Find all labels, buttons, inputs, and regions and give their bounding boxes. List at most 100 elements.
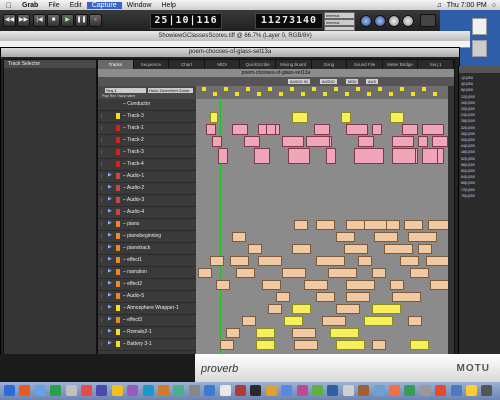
clip[interactable] (346, 292, 370, 302)
file-icon[interactable] (472, 18, 487, 35)
track-row[interactable]: | ▶ – Audio-5 (98, 291, 196, 303)
track-name[interactable]: – Audio-4 (123, 208, 144, 216)
return-to-zero-button[interactable]: |◀ (33, 14, 46, 27)
pause-button[interactable]: ❚❚ (75, 14, 88, 27)
event-list-row[interactable]: 32|1|000 (461, 126, 499, 131)
clip[interactable] (316, 256, 345, 266)
clip[interactable] (226, 328, 240, 338)
dock-app-icon[interactable] (419, 385, 431, 396)
track-row[interactable]: | ▶ – Battery 3-1 (98, 339, 196, 351)
event-list-row[interactable]: 44|1|000 (461, 144, 499, 149)
clip[interactable] (354, 148, 384, 164)
clip[interactable] (206, 124, 216, 135)
clip[interactable] (428, 220, 448, 230)
clip[interactable] (390, 280, 404, 290)
clip[interactable] (418, 244, 432, 254)
track-name[interactable]: – Audio-5 (123, 292, 144, 300)
clip[interactable] (364, 316, 393, 326)
dock-app-icon[interactable] (158, 385, 169, 396)
track-row[interactable]: | ▶ – piano (98, 219, 196, 231)
marker-flag[interactable] (235, 92, 239, 96)
record-enable-toggle[interactable]: | (101, 161, 105, 166)
clip[interactable] (282, 136, 304, 147)
play-enable-icon[interactable]: ▶ (108, 233, 113, 238)
clip[interactable] (326, 148, 336, 164)
tab-sound-file[interactable]: Sound File (347, 60, 383, 69)
tab-midi[interactable]: MIDI (205, 60, 241, 69)
play-enable-icon[interactable]: ▶ (108, 221, 113, 226)
record-enable-toggle[interactable]: | (101, 137, 105, 142)
clip[interactable] (256, 340, 275, 350)
clip[interactable] (374, 232, 398, 242)
event-list-row[interactable]: 68|1|000 (461, 181, 499, 186)
track-row[interactable]: | ▶ – Audio-3 (98, 195, 196, 207)
clip[interactable] (372, 268, 386, 278)
record-enable-toggle[interactable]: | (101, 305, 105, 310)
clip[interactable] (316, 292, 335, 302)
record-enable-toggle[interactable]: | (101, 329, 105, 334)
record-button[interactable]: ● (89, 14, 102, 27)
clip[interactable] (328, 268, 357, 278)
event-list-row[interactable]: 4|1|000 (461, 82, 499, 87)
play-enable-icon[interactable] (108, 125, 113, 130)
event-list-row[interactable]: 24|1|000 (461, 113, 499, 118)
menu-help[interactable]: Help (157, 2, 181, 9)
clip[interactable] (392, 136, 414, 147)
event-list-row[interactable]: 40|1|000 (461, 138, 499, 143)
event-list-row[interactable]: 52|1|000 (461, 157, 499, 162)
track-row[interactable]: | – Track-4 (98, 159, 196, 171)
tab-seq-1[interactable]: Seq 1 (418, 60, 454, 69)
dock-app-icon[interactable] (327, 385, 339, 396)
track-name[interactable]: – pianotrack (123, 244, 150, 252)
marker-flag[interactable] (202, 87, 206, 91)
record-enable-toggle[interactable]: | (101, 173, 105, 178)
record-enable-toggle[interactable] (101, 101, 105, 106)
clip[interactable] (258, 256, 282, 266)
track-name[interactable]: – pianobeginning (123, 232, 161, 240)
record-enable-toggle[interactable]: | (101, 125, 105, 130)
clip[interactable] (426, 256, 448, 266)
marker-flag[interactable] (257, 92, 261, 96)
clip[interactable] (404, 220, 423, 230)
clip[interactable] (432, 136, 448, 147)
track-name[interactable]: – Battery 3-1 (123, 340, 152, 348)
dock-app-icon[interactable] (4, 385, 15, 396)
clip[interactable] (336, 232, 355, 242)
marker-flag[interactable] (323, 92, 327, 96)
play-enable-icon[interactable]: ▶ (108, 329, 113, 334)
play-enable-icon[interactable]: ▶ (108, 293, 113, 298)
track-name[interactable]: – Track-2 (123, 136, 144, 144)
dock-app-icon[interactable] (281, 385, 293, 396)
dock-app-icon[interactable] (481, 385, 493, 396)
clip[interactable] (402, 124, 418, 135)
clip[interactable] (248, 244, 262, 254)
spotlight-search-icon[interactable]: ○ (492, 2, 496, 9)
play-enable-icon[interactable]: ▶ (108, 257, 113, 262)
track-name[interactable]: – Romalo2-1 (123, 328, 152, 336)
play-button[interactable]: ▶ (61, 14, 74, 27)
menu-window[interactable]: Window (122, 2, 157, 9)
clip[interactable] (346, 280, 375, 290)
play-enable-icon[interactable]: ▶ (108, 281, 113, 286)
clip[interactable] (292, 328, 316, 338)
marker-flag[interactable] (290, 87, 294, 91)
dock-app-icon[interactable] (65, 385, 77, 396)
event-list-row[interactable]: 60|1|000 (461, 169, 499, 174)
clip[interactable] (254, 148, 270, 164)
play-enable-icon[interactable] (108, 161, 113, 166)
counter-measures[interactable]: 25|10|116 (150, 13, 222, 29)
track-name[interactable]: – Conductor (123, 100, 150, 108)
event-list-row[interactable]: 72|1|000 (461, 188, 499, 193)
marker-flag[interactable] (301, 92, 305, 96)
dock-app-icon[interactable] (81, 385, 92, 396)
clip[interactable] (268, 304, 282, 314)
clip[interactable] (288, 148, 310, 164)
fast-forward-button[interactable]: ▶▶ (17, 14, 30, 27)
file-icon[interactable] (472, 40, 487, 57)
track-name[interactable]: – narration (123, 268, 147, 276)
clip[interactable] (242, 316, 256, 326)
play-enable-icon[interactable] (108, 137, 113, 142)
tab-meter-bridge[interactable]: Meter Bridge (383, 60, 419, 69)
menu-grab[interactable]: Grab (17, 2, 43, 9)
loop-button[interactable] (402, 15, 414, 27)
